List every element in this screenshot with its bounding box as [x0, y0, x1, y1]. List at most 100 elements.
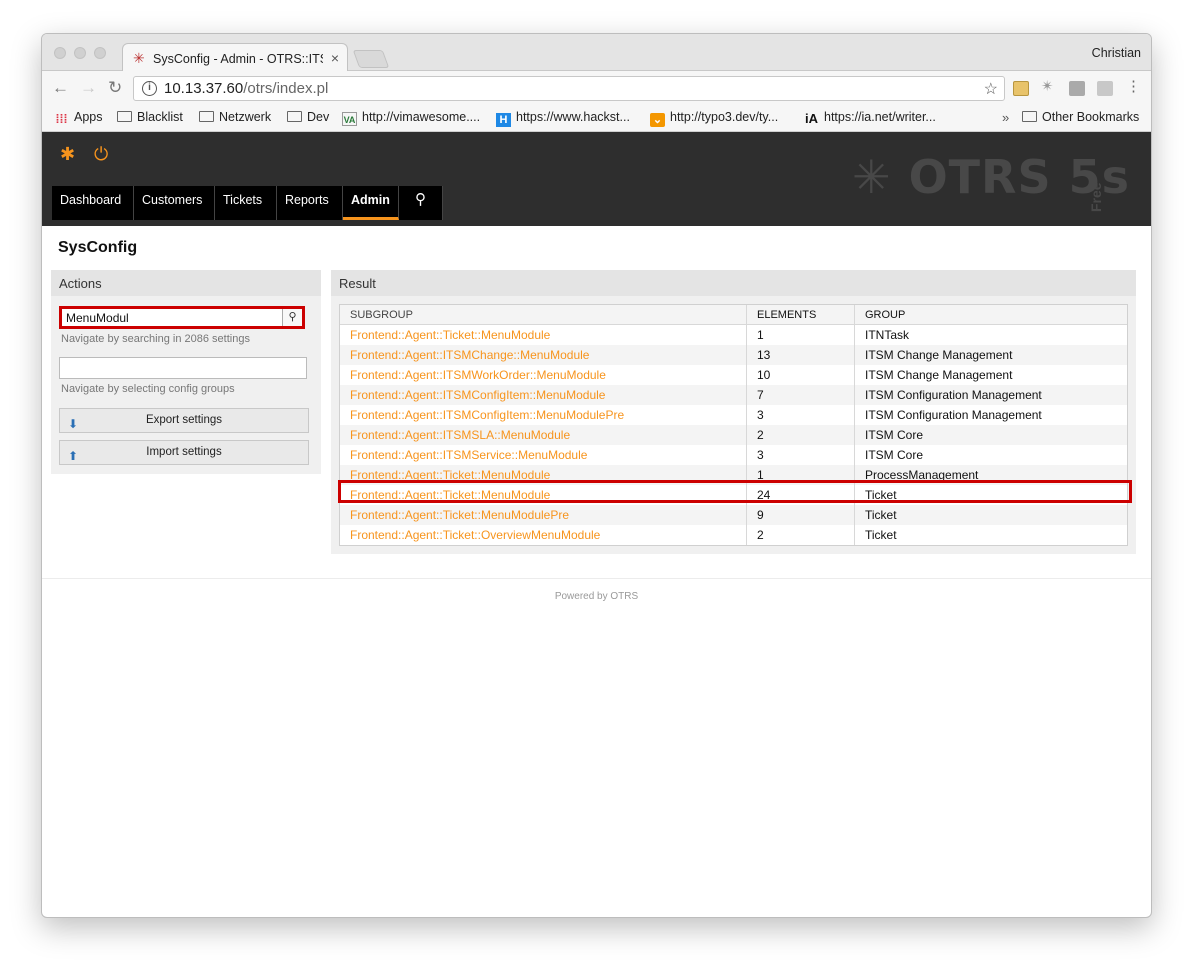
table-row: Frontend::Agent::ITSMConfigItem::MenuMod…	[340, 385, 1127, 405]
settings-search-input[interactable]	[63, 310, 281, 325]
table-row: Frontend::Agent::Ticket::OverviewMenuMod…	[340, 525, 1127, 545]
bookmark-typo3[interactable]: ⌄ http://typo3.dev/ty...	[650, 110, 778, 127]
import-settings-button[interactable]: ⬆ Import settings	[59, 440, 309, 465]
elements-cell: 2	[747, 425, 855, 445]
bookmark-star-icon[interactable]: ☆	[984, 79, 998, 99]
typo3-favicon-icon: ⌄	[650, 113, 665, 127]
group-cell: ITSM Configuration Management	[865, 388, 1042, 402]
nav-reports[interactable]: Reports	[277, 186, 343, 220]
elements-cell: 3	[747, 405, 855, 425]
minimize-window-button[interactable]	[74, 47, 86, 59]
subgroup-link[interactable]: Frontend::Agent::ITSMConfigItem::MenuMod…	[350, 388, 605, 402]
folder-icon	[287, 111, 302, 122]
table-row: Frontend::Agent::Ticket::MenuModule 1 ITNT…	[340, 325, 1127, 345]
table-row: Frontend::Agent::ITSMChange::MenuModule 1…	[340, 345, 1127, 365]
subgroup-link[interactable]: Frontend::Agent::Ticket::OverviewMenuMod…	[350, 528, 600, 542]
subgroup-link[interactable]: Frontend::Agent::ITSMChange::MenuModule	[350, 348, 589, 362]
group-cell: ITSM Core	[865, 428, 924, 442]
subgroup-link[interactable]: Frontend::Agent::ITSMWorkOrder::MenuModu…	[350, 368, 606, 382]
group-cell: Ticket	[865, 528, 897, 542]
vimawesome-favicon-icon: VA	[342, 112, 357, 126]
table-row: Frontend::Agent::Ticket::MenuModulePre 9 T…	[340, 505, 1127, 525]
nav-tickets[interactable]: Tickets	[215, 186, 277, 220]
group-cell: ITSM Core	[865, 448, 924, 462]
bookmark-hackster[interactable]: Hhttps://www.hackst...	[496, 110, 630, 127]
group-cell: ITSM Configuration Management	[865, 408, 1042, 422]
subgroup-cell: Frontend::Agent::ITSMService::MenuModule	[340, 445, 747, 465]
bookmark-blacklist[interactable]: Blacklist	[117, 110, 183, 124]
address-bar[interactable]: i 10.13.37.60/otrs/index.pl ☆	[133, 76, 1005, 101]
config-group-select[interactable]	[59, 357, 307, 379]
bookmark-apps[interactable]: ⁞⁞⁞ Apps	[54, 110, 103, 126]
actions-panel: Actions ⚲ Navigate by searching in 2086 …	[51, 270, 321, 474]
forward-icon[interactable]: →	[80, 78, 97, 98]
bookmarks-overflow-icon[interactable]: »	[1002, 110, 1009, 125]
settings-gear-icon[interactable]: ✱	[60, 144, 75, 165]
back-icon[interactable]: ←	[52, 78, 69, 98]
search-icon[interactable]: ⚲	[282, 309, 302, 326]
url-text[interactable]: 10.13.37.60/otrs/index.pl	[164, 80, 328, 97]
logout-power-icon[interactable]: ⏻	[94, 144, 108, 165]
group-cell: ITSM Change Management	[865, 368, 1013, 382]
subgroup-cell: Frontend::Agent::ITSMConfigItem::MenuMod…	[340, 405, 747, 425]
footer-text: Powered by OTRS	[554, 591, 639, 602]
folder-icon	[117, 111, 132, 122]
info-icon[interactable]: i	[142, 81, 157, 96]
footer-divider	[42, 578, 1151, 579]
table-row: Frontend::Agent::ITSMConfigItem::MenuMod…	[340, 405, 1127, 425]
column-header-subgroup[interactable]: SUBGROUP	[340, 305, 747, 324]
extension-puzzle-icon[interactable]	[1097, 81, 1113, 96]
profile-name[interactable]: Christian	[1092, 46, 1141, 60]
bookmark-ia-writer[interactable]: iA https://ia.net/writer...	[804, 110, 936, 126]
subgroup-link[interactable]: Frontend::Agent::ITSMConfigItem::MenuMod…	[350, 408, 624, 422]
subgroup-cell: Frontend::Agent::Ticket::OverviewMenuMod…	[340, 525, 747, 545]
browser-tab[interactable]: ✳ SysConfig - Admin - OTRS::ITSM ×	[122, 43, 348, 72]
reload-icon[interactable]: ↻	[108, 78, 122, 98]
nav-dashboard[interactable]: Dashboard	[52, 186, 134, 220]
page-title: SysConfig	[58, 239, 138, 256]
bookmark-netzwerk[interactable]: Netzwerk	[199, 110, 271, 124]
maximize-window-button[interactable]	[94, 47, 106, 59]
elements-cell: 2	[747, 525, 855, 545]
subgroup-cell: Frontend::Agent::ITSMChange::MenuModule	[340, 345, 747, 365]
subgroup-link[interactable]: Frontend::Agent::Ticket::MenuModule	[350, 328, 550, 342]
elements-cell: 7	[747, 385, 855, 405]
browser-menu-icon[interactable]: ⋮	[1126, 77, 1142, 95]
extension-spark-icon[interactable]: ✴	[1041, 77, 1057, 95]
subgroup-link[interactable]: Frontend::Agent::Ticket::MenuModulePre	[350, 508, 569, 522]
subgroup-cell: Frontend::Agent::Ticket::MenuModulePre	[340, 505, 747, 525]
nav-search-icon[interactable]: ⚲	[399, 186, 443, 220]
bookmark-dev[interactable]: Dev	[287, 110, 329, 124]
elements-cell: 13	[747, 345, 855, 365]
actions-header: Actions	[51, 270, 321, 296]
extension-ruler-icon[interactable]	[1013, 81, 1029, 96]
folder-icon	[199, 111, 214, 122]
subgroup-link[interactable]: Frontend::Agent::ITSMService::MenuModule	[350, 448, 587, 462]
elements-cell: 9	[747, 505, 855, 525]
table-row: Frontend::Agent::ITSMWorkOrder::MenuModu…	[340, 365, 1127, 385]
bookmark-other[interactable]: Other Bookmarks	[1022, 110, 1139, 124]
search-box: ⚲	[59, 306, 305, 329]
otrs-header: ✱ ⏻ ✳ OTRS 5s Free Dashboard Customers T…	[42, 132, 1151, 226]
column-header-group[interactable]: GROUP	[855, 305, 1127, 324]
group-cell: ITNTask	[865, 328, 910, 342]
result-header: Result	[331, 270, 1136, 296]
new-tab-button[interactable]	[352, 50, 390, 68]
export-settings-button[interactable]: ⬇ Export settings	[59, 408, 309, 433]
close-tab-icon[interactable]: ×	[331, 50, 339, 66]
subgroup-link[interactable]: Frontend::Agent::ITSMSLA::MenuModule	[350, 428, 570, 442]
extension-shield-icon[interactable]	[1069, 81, 1085, 96]
result-table: SUBGROUP ELEMENTS GROUP Frontend::Agent:…	[339, 304, 1128, 546]
bookmark-vimawesome[interactable]: VA http://vimawesome....	[342, 110, 480, 126]
nav-admin[interactable]: Admin	[343, 186, 399, 220]
result-panel: Result SUBGROUP ELEMENTS GROUP Frontend:…	[331, 270, 1136, 554]
subgroup-cell: Frontend::Agent::Ticket::MenuModule	[340, 325, 747, 345]
table-header-row: SUBGROUP ELEMENTS GROUP	[340, 305, 1127, 325]
close-window-button[interactable]	[54, 47, 66, 59]
download-icon: ⬇	[68, 417, 79, 431]
subgroup-cell: Frontend::Agent::ITSMWorkOrder::MenuModu…	[340, 365, 747, 385]
nav-customers[interactable]: Customers	[134, 186, 215, 220]
hackster-favicon-icon: H	[496, 113, 511, 127]
upload-icon: ⬆	[68, 449, 79, 463]
column-header-elements[interactable]: ELEMENTS	[747, 305, 855, 324]
